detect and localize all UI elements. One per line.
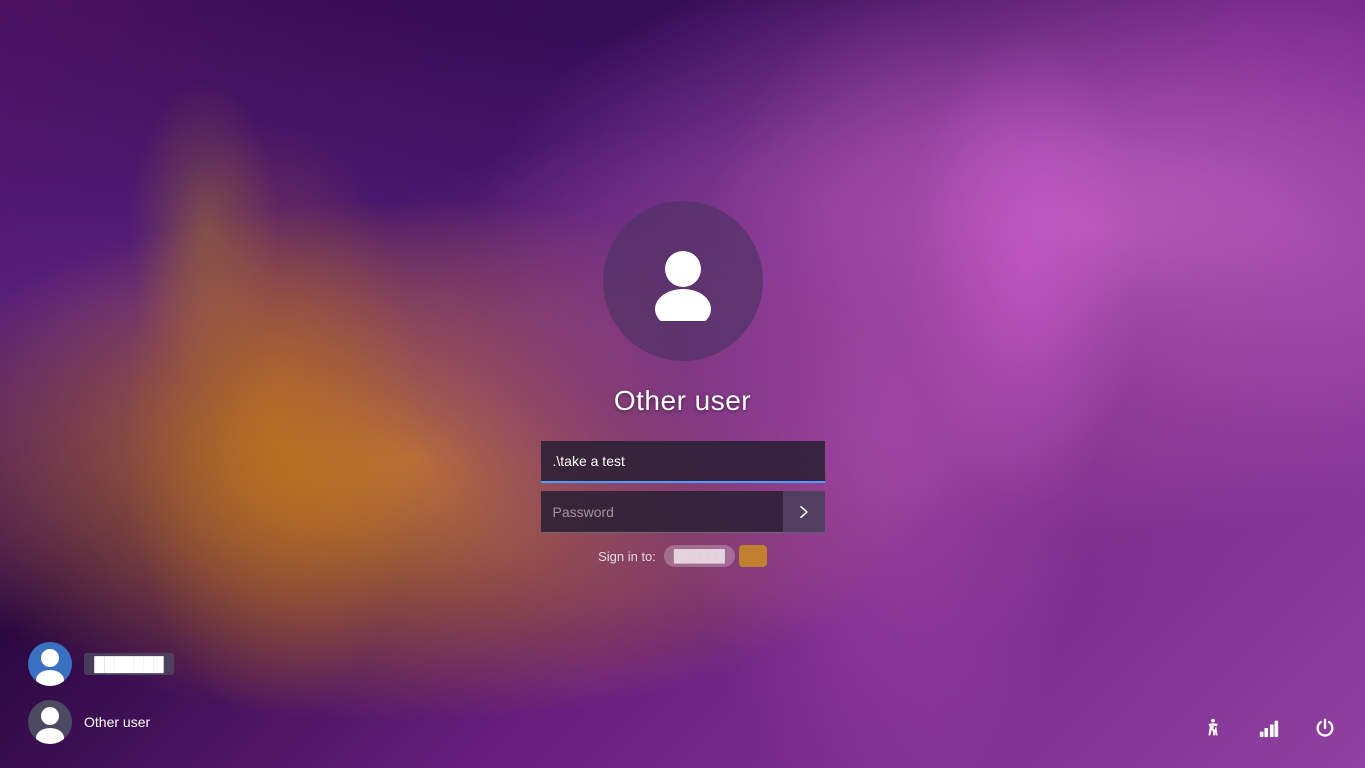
password-container	[541, 491, 825, 533]
sign-in-domain: ██████	[664, 545, 767, 567]
domain-pill: ██████	[664, 545, 735, 567]
domain-active-indicator	[739, 545, 767, 567]
other-user-avatar	[28, 700, 72, 744]
other-user-name: Other user	[84, 714, 174, 730]
sign-in-row: Sign in to: ██████	[598, 545, 767, 567]
system-buttons	[1193, 708, 1345, 748]
user-list: ███████ Other user	[20, 638, 182, 748]
domain-text: ██████	[674, 549, 725, 563]
list-item-other-user[interactable]: Other user	[20, 696, 182, 748]
power-button[interactable]	[1305, 708, 1345, 748]
user-avatar-icon	[643, 241, 723, 321]
network-icon	[1258, 717, 1280, 739]
current-user-avatar-icon	[28, 642, 72, 686]
current-user-name: ███████	[84, 653, 174, 675]
list-item-current-user[interactable]: ███████	[20, 638, 182, 690]
username-title: Other user	[614, 385, 751, 417]
login-container: Other user Sign in to: ██████	[541, 201, 825, 567]
other-user-avatar-icon	[28, 700, 72, 744]
accessibility-button[interactable]	[1193, 708, 1233, 748]
sign-in-label: Sign in to:	[598, 549, 656, 564]
current-user-avatar	[28, 642, 72, 686]
username-input[interactable]	[541, 441, 825, 483]
submit-button[interactable]	[783, 491, 825, 533]
accessibility-icon	[1202, 717, 1224, 739]
user-avatar-large	[603, 201, 763, 361]
arrow-right-icon	[795, 503, 813, 521]
power-icon	[1314, 717, 1336, 739]
network-button[interactable]	[1249, 708, 1289, 748]
